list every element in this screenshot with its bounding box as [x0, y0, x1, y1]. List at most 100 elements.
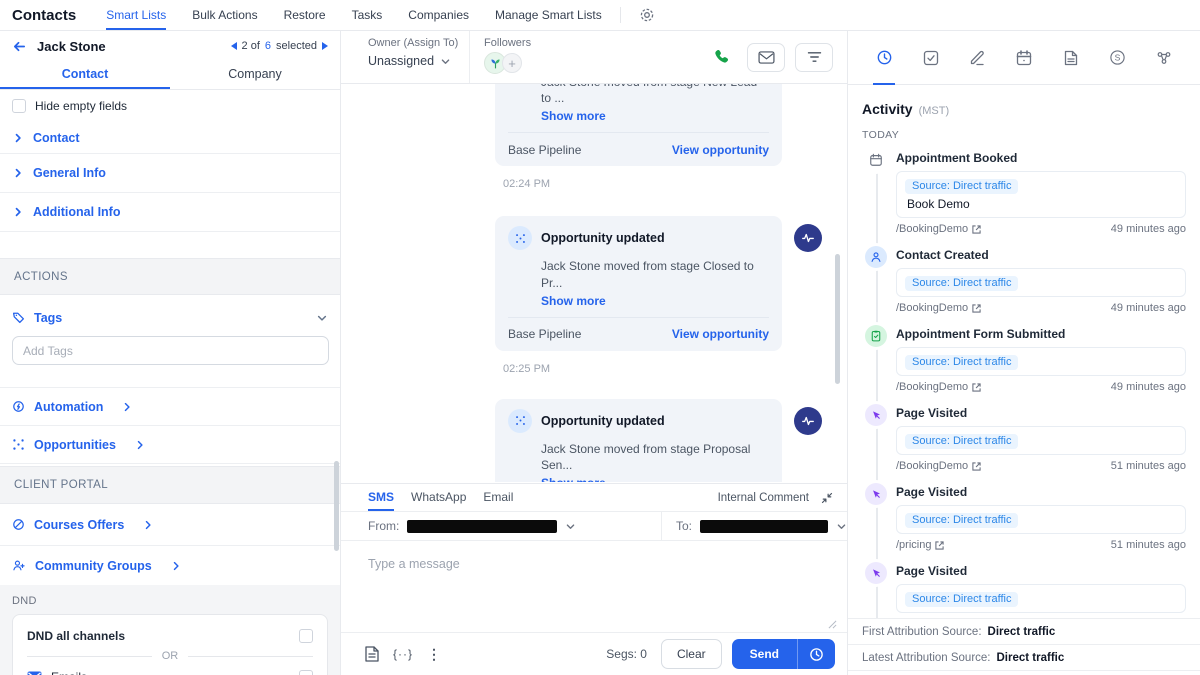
activity-link[interactable]: /pricing	[896, 539, 944, 551]
activity-card: Source: Direct traffic	[896, 505, 1186, 534]
opportunities-row[interactable]: Opportunities	[0, 426, 340, 463]
to-field[interactable]: To:	[662, 512, 847, 540]
owner-dropdown[interactable]: Unassigned	[368, 54, 469, 68]
nav-tab-tasks[interactable]: Tasks	[352, 0, 383, 30]
tab-company[interactable]: Company	[170, 61, 340, 89]
internal-comment-toggle[interactable]: Internal Comment	[718, 492, 809, 504]
tags-section-toggle[interactable]: Tags	[0, 301, 340, 334]
from-field[interactable]: From:	[341, 512, 662, 540]
tab-associations-icon[interactable]	[1152, 31, 1176, 85]
chevron-down-icon[interactable]	[565, 521, 576, 532]
view-opportunity-link[interactable]: View opportunity	[672, 143, 769, 157]
attribution-footer: First Attribution Source: Direct traffic…	[848, 618, 1200, 671]
dnd-all-channels-label: DND all channels	[27, 629, 290, 643]
tab-appointments-icon[interactable]	[1012, 31, 1036, 85]
next-record-icon[interactable]	[322, 42, 328, 50]
tab-documents-icon[interactable]	[1059, 31, 1083, 85]
nav-tab-manage-smart-lists[interactable]: Manage Smart Lists	[495, 0, 602, 30]
tab-sms[interactable]: SMS	[368, 484, 394, 511]
show-more-link[interactable]: Show more	[541, 476, 769, 482]
community-groups-row[interactable]: Community Groups	[0, 546, 340, 585]
activity-link[interactable]: /BookingDemo	[896, 302, 981, 314]
automation-row[interactable]: Automation	[0, 388, 340, 425]
nav-tab-smart-lists[interactable]: Smart Lists	[106, 0, 166, 30]
activity-item-title: Page Visited	[896, 564, 1188, 578]
fold-section-additional-info[interactable]: Additional Info	[0, 193, 340, 231]
message-list: Jack Stone moved from stage New Lead to …	[341, 84, 847, 482]
chevron-right-icon	[12, 132, 24, 144]
chevron-right-icon	[142, 519, 154, 531]
prev-record-icon[interactable]	[231, 42, 237, 50]
tab-notes-icon[interactable]	[965, 31, 989, 85]
show-more-link[interactable]: Show more	[541, 294, 769, 308]
dnd-emails-label: Emails	[51, 670, 290, 675]
back-arrow-icon[interactable]	[12, 39, 27, 54]
divider	[620, 7, 621, 23]
schedule-send-icon[interactable]	[798, 647, 835, 662]
nav-tab-restore[interactable]: Restore	[284, 0, 326, 30]
chevron-down-icon[interactable]	[836, 521, 847, 532]
dnd-all-channels-checkbox[interactable]	[299, 629, 313, 643]
external-link-icon	[972, 304, 981, 313]
message-card: Jack Stone moved from stage New Lead to …	[495, 84, 782, 190]
tab-tasks-icon[interactable]	[919, 31, 943, 85]
message-input[interactable]: Type a message	[341, 541, 847, 633]
left-panel-scrollbar[interactable]	[334, 461, 339, 551]
opportunities-label: Opportunities	[34, 438, 116, 452]
conversation-scrollbar[interactable]	[835, 254, 840, 384]
custom-values-icon[interactable]: {··}	[393, 647, 413, 661]
activity-link[interactable]: /BookingDemo	[896, 460, 981, 472]
activity-card: Source: Direct traffic	[896, 426, 1186, 455]
calendar-icon	[865, 149, 887, 171]
source-badge: Source: Direct traffic	[905, 276, 1018, 291]
message-header: Opportunity updated	[508, 226, 769, 250]
nav-tab-companies[interactable]: Companies	[408, 0, 469, 30]
add-follower-button[interactable]: +	[502, 53, 522, 73]
latest-attribution-row: Latest Attribution Source: Direct traffi…	[848, 644, 1200, 670]
contact-company-tabs: Contact Company	[0, 61, 340, 90]
view-opportunity-link[interactable]: View opportunity	[672, 327, 769, 341]
email-compose-button[interactable]	[747, 43, 785, 72]
send-button[interactable]: Send	[732, 639, 835, 669]
tab-activity-clock-icon[interactable]	[872, 31, 896, 85]
activity-item: Contact Created Source: Direct traffic /…	[848, 248, 1188, 327]
activity-item: Appointment Form Submitted Source: Direc…	[848, 327, 1188, 406]
filter-button[interactable]	[795, 43, 833, 72]
gear-icon[interactable]	[639, 7, 655, 23]
add-tags-input[interactable]	[12, 336, 329, 365]
to-label: To:	[676, 519, 692, 533]
from-label: From:	[368, 519, 399, 533]
tab-payments-icon[interactable]: S	[1105, 31, 1129, 85]
activity-card: Source: Direct traffic	[896, 347, 1186, 376]
tab-email[interactable]: Email	[483, 484, 513, 511]
courses-offers-row[interactable]: Courses Offers	[0, 504, 340, 545]
more-options-icon[interactable]: ⋮	[427, 646, 441, 663]
dnd-emails-row: Emails	[27, 665, 313, 675]
cursor-icon	[865, 483, 887, 505]
activity-link[interactable]: /BookingDemo	[896, 223, 981, 235]
cursor-icon	[865, 562, 887, 584]
activity-link[interactable]: /BookingDemo	[896, 381, 981, 393]
contact-detail-panel: Jack Stone 2 of 6 selected Contact Compa…	[0, 31, 341, 675]
show-more-link[interactable]: Show more	[541, 109, 769, 123]
cursor-icon	[865, 404, 887, 426]
fold-section-general-info[interactable]: General Info	[0, 154, 340, 192]
call-button[interactable]	[707, 43, 737, 72]
hide-empty-fields-checkbox[interactable]	[12, 99, 26, 113]
nav-tab-bulk-actions[interactable]: Bulk Actions	[192, 0, 257, 30]
opportunities-icon	[12, 438, 25, 451]
activity-card: Source: Direct traffic Book Demo	[896, 171, 1186, 218]
tab-contact[interactable]: Contact	[0, 61, 170, 89]
clear-button[interactable]: Clear	[661, 639, 722, 669]
message-composer: SMS WhatsApp Email Internal Comment From…	[341, 483, 847, 675]
resize-handle-icon[interactable]	[828, 620, 837, 629]
templates-icon[interactable]	[365, 646, 379, 662]
activity-time: 51 minutes ago	[1111, 539, 1186, 551]
chevron-right-icon	[121, 401, 133, 413]
dnd-emails-checkbox[interactable]	[299, 670, 313, 675]
dnd-all-channels-row: DND all channels	[27, 624, 313, 648]
collapse-icon[interactable]	[821, 492, 833, 504]
fold-section-contact[interactable]: Contact	[0, 122, 340, 153]
followers-block: Followers +	[470, 31, 707, 83]
tab-whatsapp[interactable]: WhatsApp	[411, 484, 466, 511]
